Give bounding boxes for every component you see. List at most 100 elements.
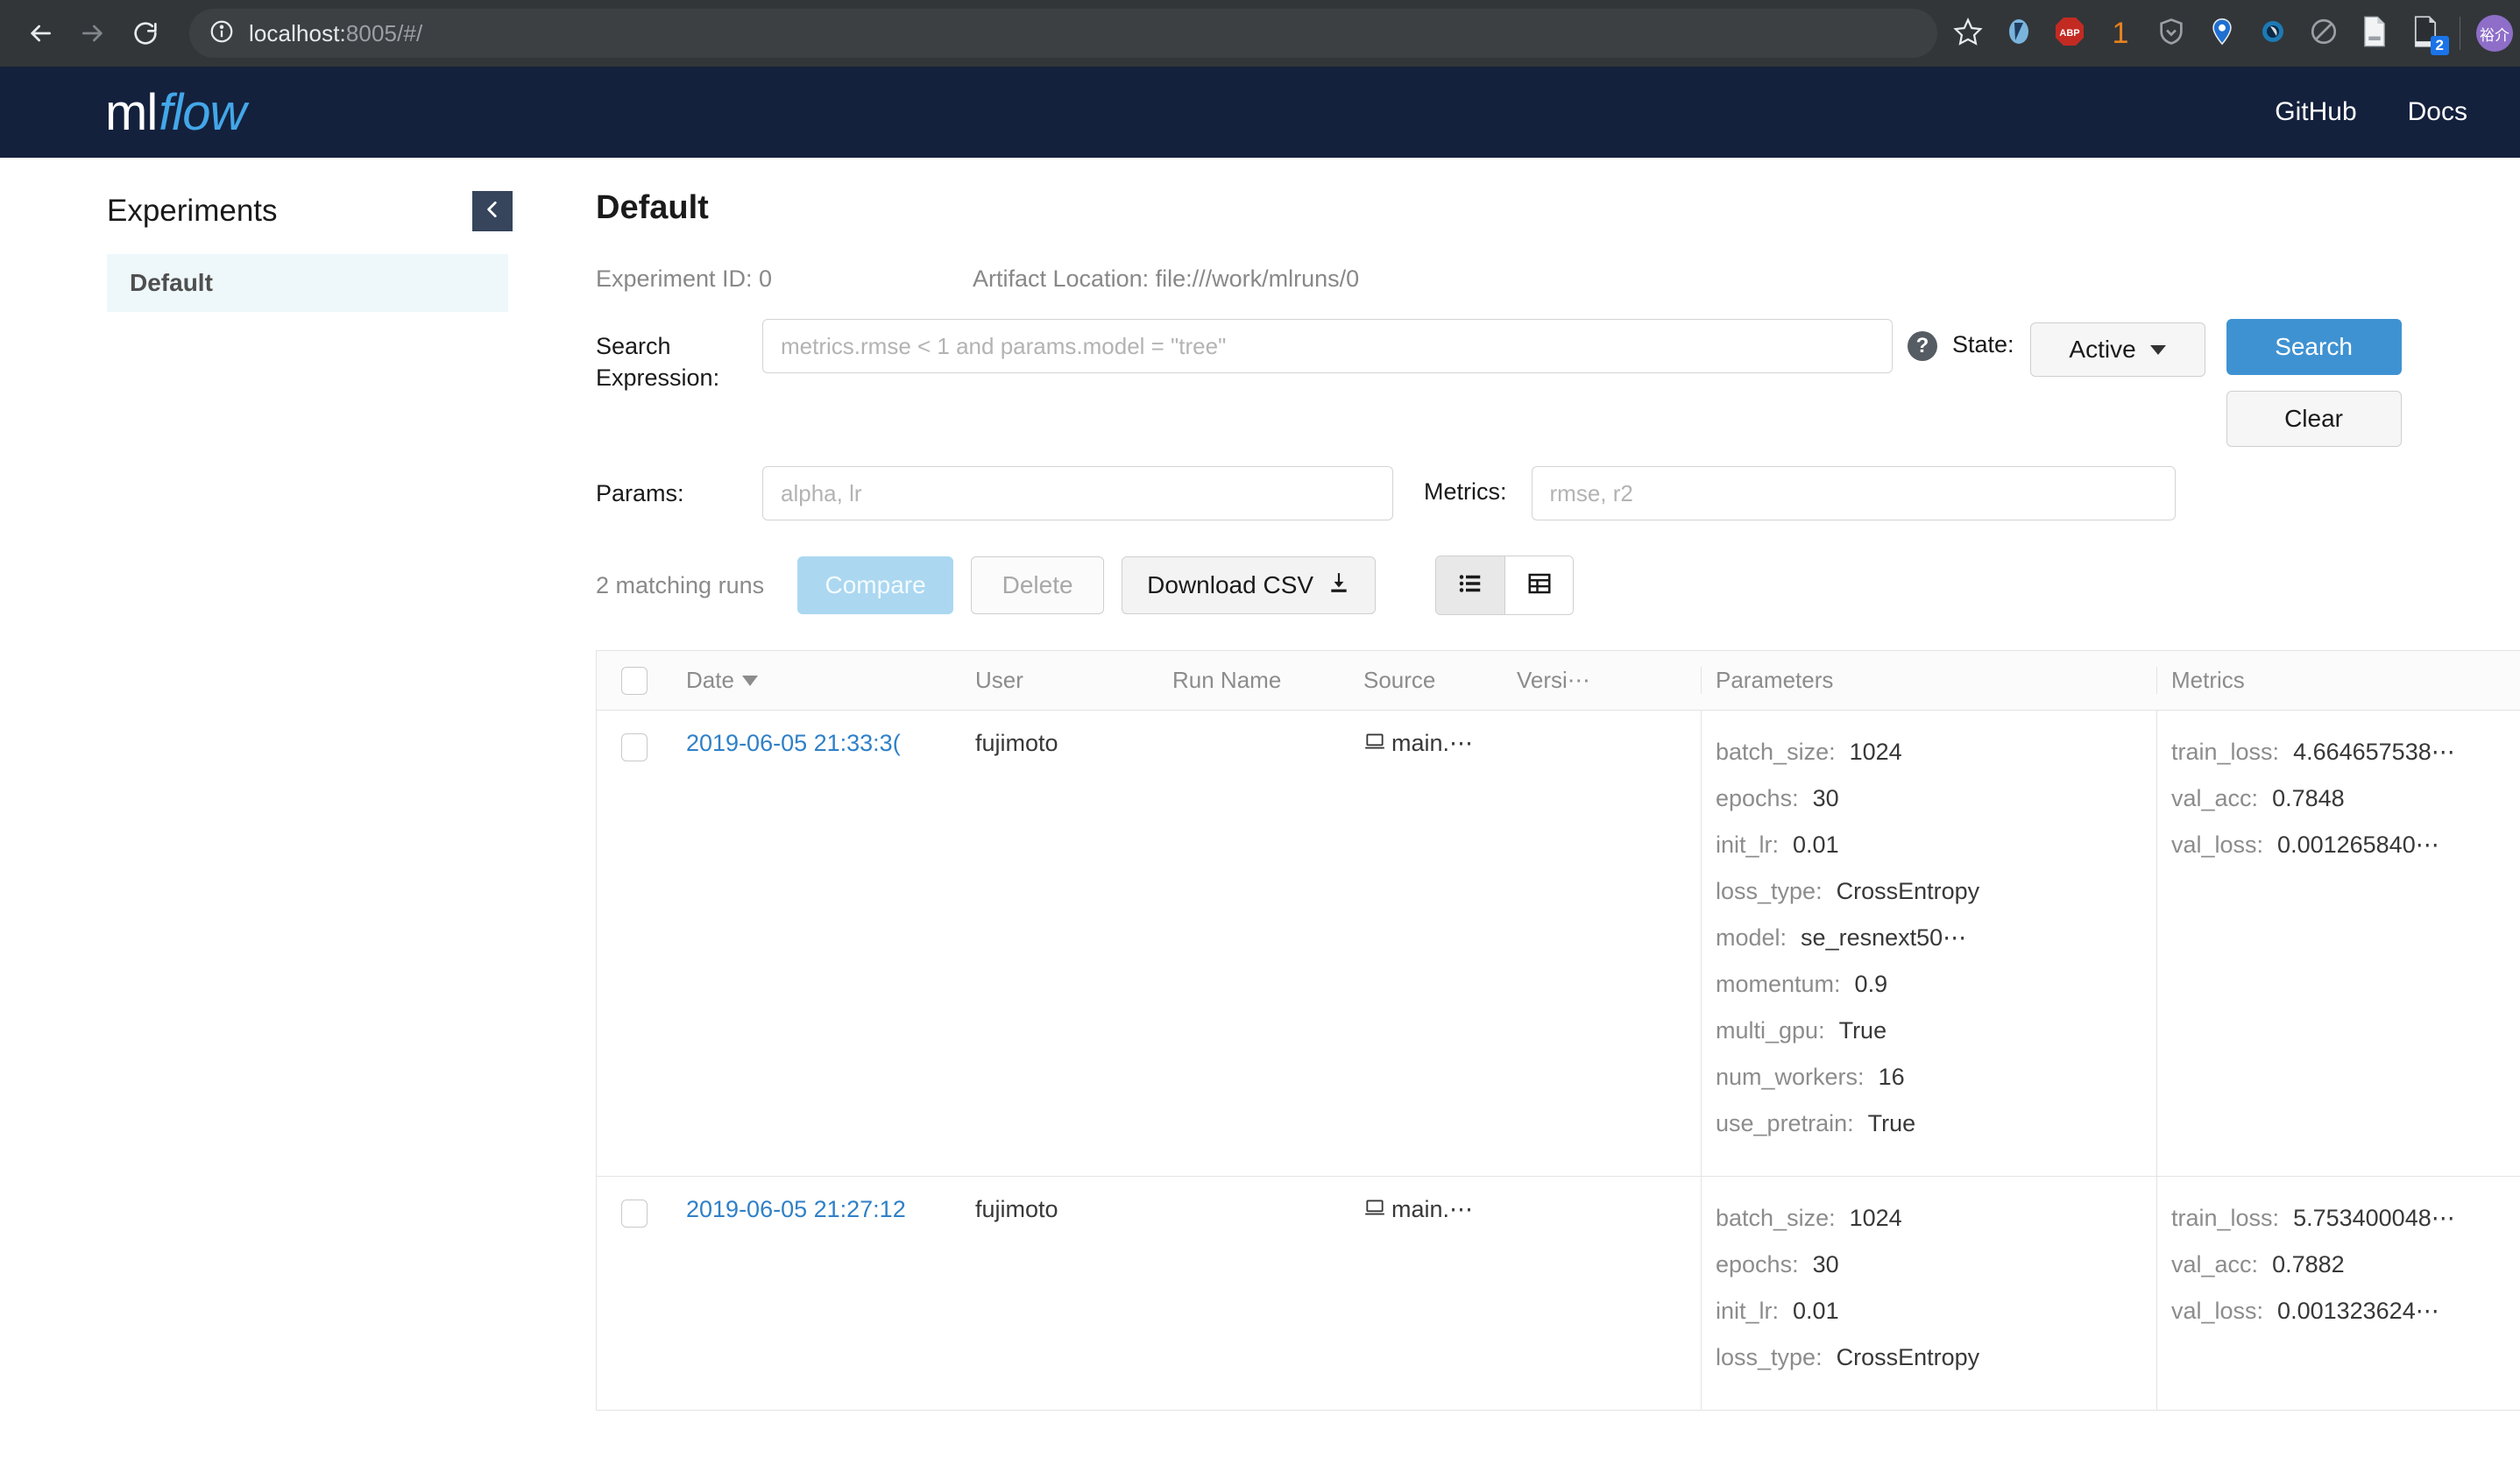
run-user: fujimoto xyxy=(975,1196,1058,1222)
download-csv-button[interactable]: Download CSV xyxy=(1122,556,1377,614)
column-header-date-label: Date xyxy=(686,667,734,693)
counter-extension-button[interactable]: 1 xyxy=(2095,8,2146,59)
parameter-item: model: se_resnext50⋯ xyxy=(1716,924,2156,952)
state-label: State: xyxy=(1952,331,2014,357)
search-button[interactable]: Search xyxy=(2226,319,2402,375)
compare-button[interactable]: Compare xyxy=(797,556,954,614)
search-expression-input[interactable] xyxy=(762,319,1893,373)
state-dropdown[interactable]: Active xyxy=(2029,322,2205,377)
params-input[interactable] xyxy=(762,466,1393,520)
table-body: 2019-06-05 21:33:3( fujimoto main.⋯ batc… xyxy=(597,711,2520,1411)
profile-button[interactable]: 裕介 xyxy=(2469,8,2520,59)
parameter-key: epochs: xyxy=(1716,785,1799,811)
metric-key: train_loss: xyxy=(2171,1205,2280,1231)
experiment-list: Default xyxy=(0,254,543,312)
search-expression-label: Search Expression: xyxy=(596,333,720,391)
row-checkbox[interactable] xyxy=(621,733,648,761)
run-source[interactable]: main.⋯ xyxy=(1363,730,1473,759)
run-source-label: main.⋯ xyxy=(1391,1196,1474,1222)
delete-button[interactable]: Delete xyxy=(971,556,1105,614)
eye-extension-button[interactable] xyxy=(2247,8,2298,59)
table-row[interactable]: 2019-06-05 21:27:12 fujimoto main.⋯ batc… xyxy=(597,1177,2520,1411)
document-extension-button[interactable] xyxy=(2349,8,2400,59)
adblock-plus-extension-button[interactable]: ABP xyxy=(2044,8,2095,59)
parameter-value: CrossEntropy xyxy=(1836,878,1980,904)
eye-extension-icon xyxy=(2258,17,2288,51)
search-expression-row: Search Expression: ? State: Active Searc… xyxy=(596,319,2520,447)
chevron-down-icon xyxy=(2149,344,2166,355)
download-csv-label: Download CSV xyxy=(1147,571,1314,598)
laptop-icon xyxy=(1363,1196,1386,1225)
bookmark-star-button[interactable] xyxy=(1943,8,1993,59)
row-version-cell xyxy=(1503,711,1701,1176)
parameter-item: use_pretrain: True xyxy=(1716,1110,2156,1137)
counter-extension-icon: 1 xyxy=(2112,16,2129,50)
metric-value[interactable]: 0.001323624⋯ xyxy=(2277,1298,2439,1325)
location-pin-extension-button[interactable] xyxy=(2197,8,2247,59)
back-button[interactable] xyxy=(16,9,65,58)
table-row[interactable]: 2019-06-05 21:33:3( fujimoto main.⋯ batc… xyxy=(597,711,2520,1177)
nav-link-docs[interactable]: Docs xyxy=(2408,97,2467,127)
metric-item: val_acc: 0.7848 xyxy=(2171,785,2520,812)
parameter-value: 30 xyxy=(1812,785,1839,811)
column-header-run-name[interactable]: Run Name xyxy=(1158,667,1349,694)
list-view-button[interactable] xyxy=(1436,556,1505,614)
clear-button[interactable]: Clear xyxy=(2226,391,2402,447)
block-extension-button[interactable] xyxy=(2298,8,2349,59)
sidebar-title: Experiments xyxy=(107,194,278,228)
svg-text:ABP: ABP xyxy=(2059,28,2079,39)
parameter-item: epochs: 30 xyxy=(1716,1251,2156,1278)
sidebar-header: Experiments xyxy=(0,191,543,231)
select-all-checkbox[interactable] xyxy=(621,666,648,695)
info-icon[interactable] xyxy=(209,18,235,49)
column-header-metrics: Metrics xyxy=(2156,667,2520,694)
shield-extension-button[interactable] xyxy=(2146,8,2197,59)
metrics-list: train_loss: 5.753400048⋯ val_acc: 0.7882 v… xyxy=(2171,1196,2520,1363)
metric-value[interactable]: 5.753400048⋯ xyxy=(2293,1205,2455,1232)
notes-extension-badge: 2 xyxy=(2430,36,2449,55)
avatar: 裕介 xyxy=(2476,15,2513,52)
mlflow-logo[interactable]: ml flow xyxy=(105,83,246,142)
parameter-key: batch_size: xyxy=(1716,739,1836,765)
row-parameters-cell: batch_size: 1024 epochs: 30 init_lr: 0.01 l… xyxy=(1701,711,2156,1176)
column-header-source[interactable]: Source xyxy=(1349,667,1503,694)
metric-value[interactable]: 0.001265840⋯ xyxy=(2277,832,2439,859)
column-header-version[interactable]: Versi⋯ xyxy=(1503,667,1701,694)
run-source[interactable]: main.⋯ xyxy=(1363,1196,1473,1225)
parameter-item: momentum: 0.9 xyxy=(1716,971,2156,998)
run-link[interactable]: 2019-06-05 21:33:3( xyxy=(686,730,901,757)
column-header-user[interactable]: User xyxy=(961,667,1158,694)
nav-link-github[interactable]: GitHub xyxy=(2275,97,2356,127)
metric-item: train_loss: 4.664657538⋯ xyxy=(2171,739,2520,766)
parameter-key: loss_type: xyxy=(1716,878,1823,904)
reload-icon xyxy=(131,19,159,47)
sidebar-item-default[interactable]: Default xyxy=(107,254,508,312)
parameter-item: multi_gpu: True xyxy=(1716,1017,2156,1044)
metrics-input[interactable] xyxy=(1531,466,2176,520)
metric-key: val_loss: xyxy=(2171,1298,2264,1324)
parameter-key: batch_size: xyxy=(1716,1205,1836,1231)
logo-flow-text: flow xyxy=(159,83,246,141)
metric-item: train_loss: 5.753400048⋯ xyxy=(2171,1205,2520,1232)
address-bar[interactable]: localhost:8005/#/ xyxy=(189,9,1937,58)
metric-key: val_acc: xyxy=(2171,1251,2259,1277)
row-checkbox[interactable] xyxy=(621,1200,648,1228)
sidebar-collapse-button[interactable] xyxy=(472,191,513,231)
parameter-key: multi_gpu: xyxy=(1716,1017,1825,1044)
notes-extension-button[interactable]: 2 xyxy=(2400,8,2451,59)
parameter-value: 30 xyxy=(1812,1251,1839,1277)
main-content: Default Experiment ID: 0 Artifact Locati… xyxy=(543,158,2520,1465)
metric-value[interactable]: 0.7848 xyxy=(2272,785,2345,812)
run-link[interactable]: 2019-06-05 21:27:12 xyxy=(686,1196,906,1223)
forward-button[interactable] xyxy=(68,9,117,58)
reload-button[interactable] xyxy=(121,9,170,58)
metric-item: val_loss: 0.001265840⋯ xyxy=(2171,832,2520,859)
parameter-value: 0.01 xyxy=(1793,832,1839,858)
help-question-icon[interactable]: ? xyxy=(1908,331,1937,361)
grid-view-button[interactable] xyxy=(1504,556,1574,614)
metric-value[interactable]: 0.7882 xyxy=(2272,1251,2345,1278)
metric-item: val_acc: 0.7882 xyxy=(2171,1251,2520,1278)
pocket-extension-button[interactable] xyxy=(1993,8,2044,59)
metric-value[interactable]: 4.664657538⋯ xyxy=(2293,739,2455,766)
column-header-date[interactable]: Date xyxy=(672,667,961,694)
